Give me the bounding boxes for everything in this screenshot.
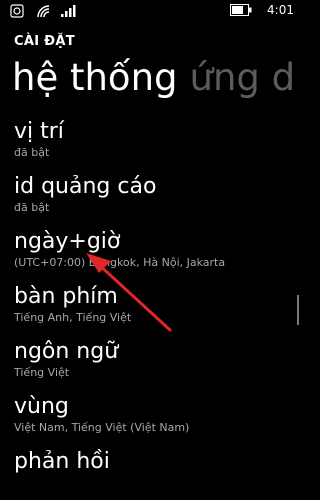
annotation-arrow <box>86 253 172 332</box>
